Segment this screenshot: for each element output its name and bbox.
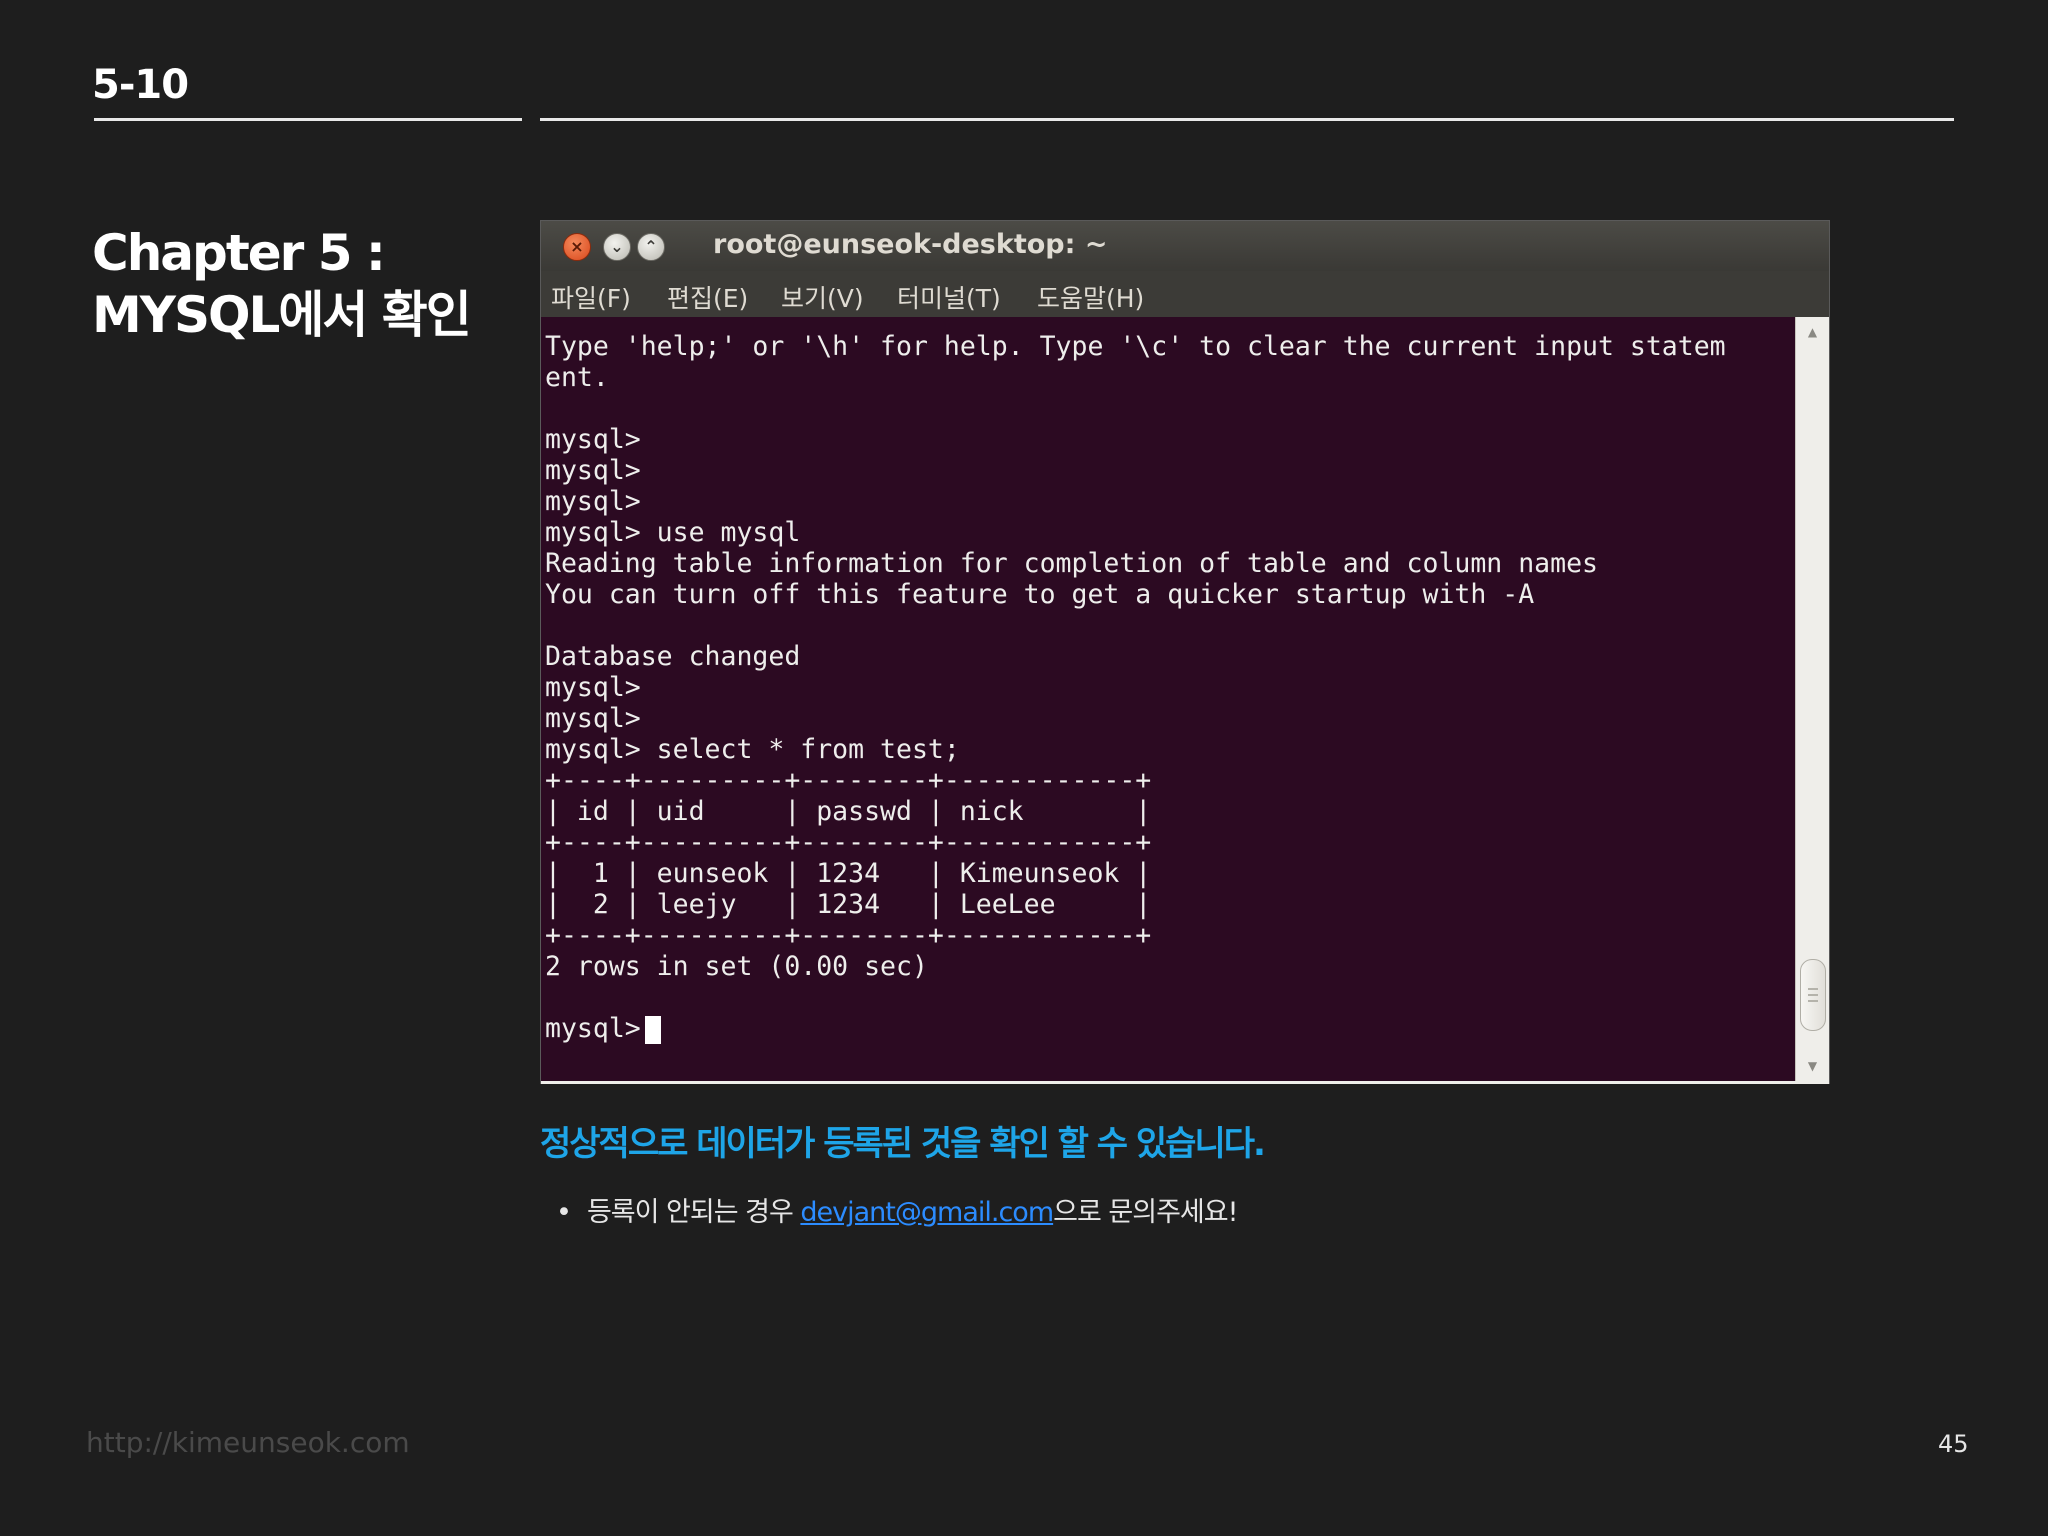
- terminal-line: mysql> select * from test;: [545, 734, 960, 765]
- header-rule-right: [540, 118, 1954, 121]
- window-title: root@eunseok-desktop: ~: [713, 229, 1108, 260]
- maximize-icon[interactable]: ⌃: [637, 233, 665, 261]
- terminal-line: +----+---------+--------+------------+: [545, 920, 1152, 951]
- terminal-line: Reading table information for completion…: [545, 548, 1598, 579]
- page-number: 45: [1938, 1430, 1969, 1458]
- terminal-line: +----+---------+--------+------------+: [545, 827, 1152, 858]
- contact-note: • 등록이 안되는 경우 devjant@gmail.com으로 문의주세요!: [556, 1190, 1238, 1229]
- terminal-scrollbar[interactable]: ▲ ▼: [1795, 317, 1829, 1081]
- terminal-line: mysql>: [545, 703, 641, 734]
- close-icon[interactable]: ×: [563, 233, 591, 261]
- terminal-line: mysql>: [545, 672, 641, 703]
- terminal-prompt-line[interactable]: mysql>: [545, 1013, 661, 1044]
- terminal-line: mysql>: [545, 455, 641, 486]
- caption-text: 정상적으로 데이터가 등록된 것을 확인 할 수 있습니다.: [540, 1124, 1266, 1164]
- terminal-line: You can turn off this feature to get a q…: [545, 579, 1535, 610]
- terminal-line: | 1 | eunseok | 1234 | Kimeunseok |: [545, 858, 1152, 889]
- chapter-title-line1: Chapter 5 :: [92, 224, 386, 282]
- terminal-line: +----+---------+--------+------------+: [545, 765, 1152, 796]
- menu-edit[interactable]: 편집(E): [667, 279, 748, 315]
- terminal-menubar: 파일(F) 편집(E) 보기(V) 터미널(T) 도움말(H): [541, 271, 1829, 318]
- scroll-thumb-grip: [1808, 1000, 1818, 1002]
- terminal-line: 2 rows in set (0.00 sec): [545, 951, 928, 982]
- terminal-output[interactable]: Type 'help;' or '\h' for help. Type '\c'…: [541, 317, 1795, 1081]
- terminal-line: Database changed: [545, 641, 801, 672]
- terminal-window: × ⌄ ⌃ root@eunseok-desktop: ~ 파일(F) 편집(E…: [540, 220, 1830, 1084]
- email-link[interactable]: devjant@gmail.com: [800, 1197, 1054, 1228]
- note-prefix: 등록이 안되는 경우: [586, 1197, 801, 1228]
- menu-help[interactable]: 도움말(H): [1037, 279, 1144, 315]
- footer-url: http://kimeunseok.com: [86, 1426, 410, 1459]
- minimize-icon[interactable]: ⌄: [603, 233, 631, 261]
- terminal-line: | 2 | leejy | 1234 | LeeLee |: [545, 889, 1152, 920]
- terminal-line: mysql>: [545, 486, 641, 517]
- header-rule-left: [94, 118, 522, 121]
- menu-view[interactable]: 보기(V): [781, 279, 864, 315]
- terminal-bottom-edge: [541, 1081, 1829, 1084]
- scroll-down-arrow-icon[interactable]: ▼: [1796, 1059, 1829, 1073]
- terminal-titlebar[interactable]: × ⌄ ⌃ root@eunseok-desktop: ~: [541, 221, 1829, 271]
- scroll-up-arrow-icon[interactable]: ▲: [1796, 325, 1829, 339]
- scroll-thumb-grip: [1808, 988, 1818, 990]
- terminal-line: mysql> use mysql: [545, 517, 801, 548]
- terminal-cursor: [644, 1015, 661, 1044]
- bullet: •: [556, 1197, 572, 1228]
- menu-file[interactable]: 파일(F): [551, 279, 631, 315]
- terminal-line: Type 'help;' or '\h' for help. Type '\c'…: [545, 331, 1726, 362]
- chapter-title-line2: MYSQL에서 확인: [92, 286, 472, 344]
- terminal-line: ent.: [545, 362, 609, 393]
- scroll-thumb[interactable]: [1800, 959, 1826, 1031]
- terminal-line: | id | uid | passwd | nick |: [545, 796, 1152, 827]
- chapter-title: Chapter 5 : MYSQL에서 확인: [92, 222, 512, 346]
- note-suffix: 으로 문의주세요!: [1053, 1197, 1238, 1228]
- scroll-thumb-grip: [1808, 994, 1818, 996]
- section-number: 5-10: [92, 62, 189, 108]
- terminal-prompt: mysql>: [545, 1013, 641, 1044]
- terminal-line: mysql>: [545, 424, 641, 455]
- menu-terminal[interactable]: 터미널(T): [897, 279, 1001, 315]
